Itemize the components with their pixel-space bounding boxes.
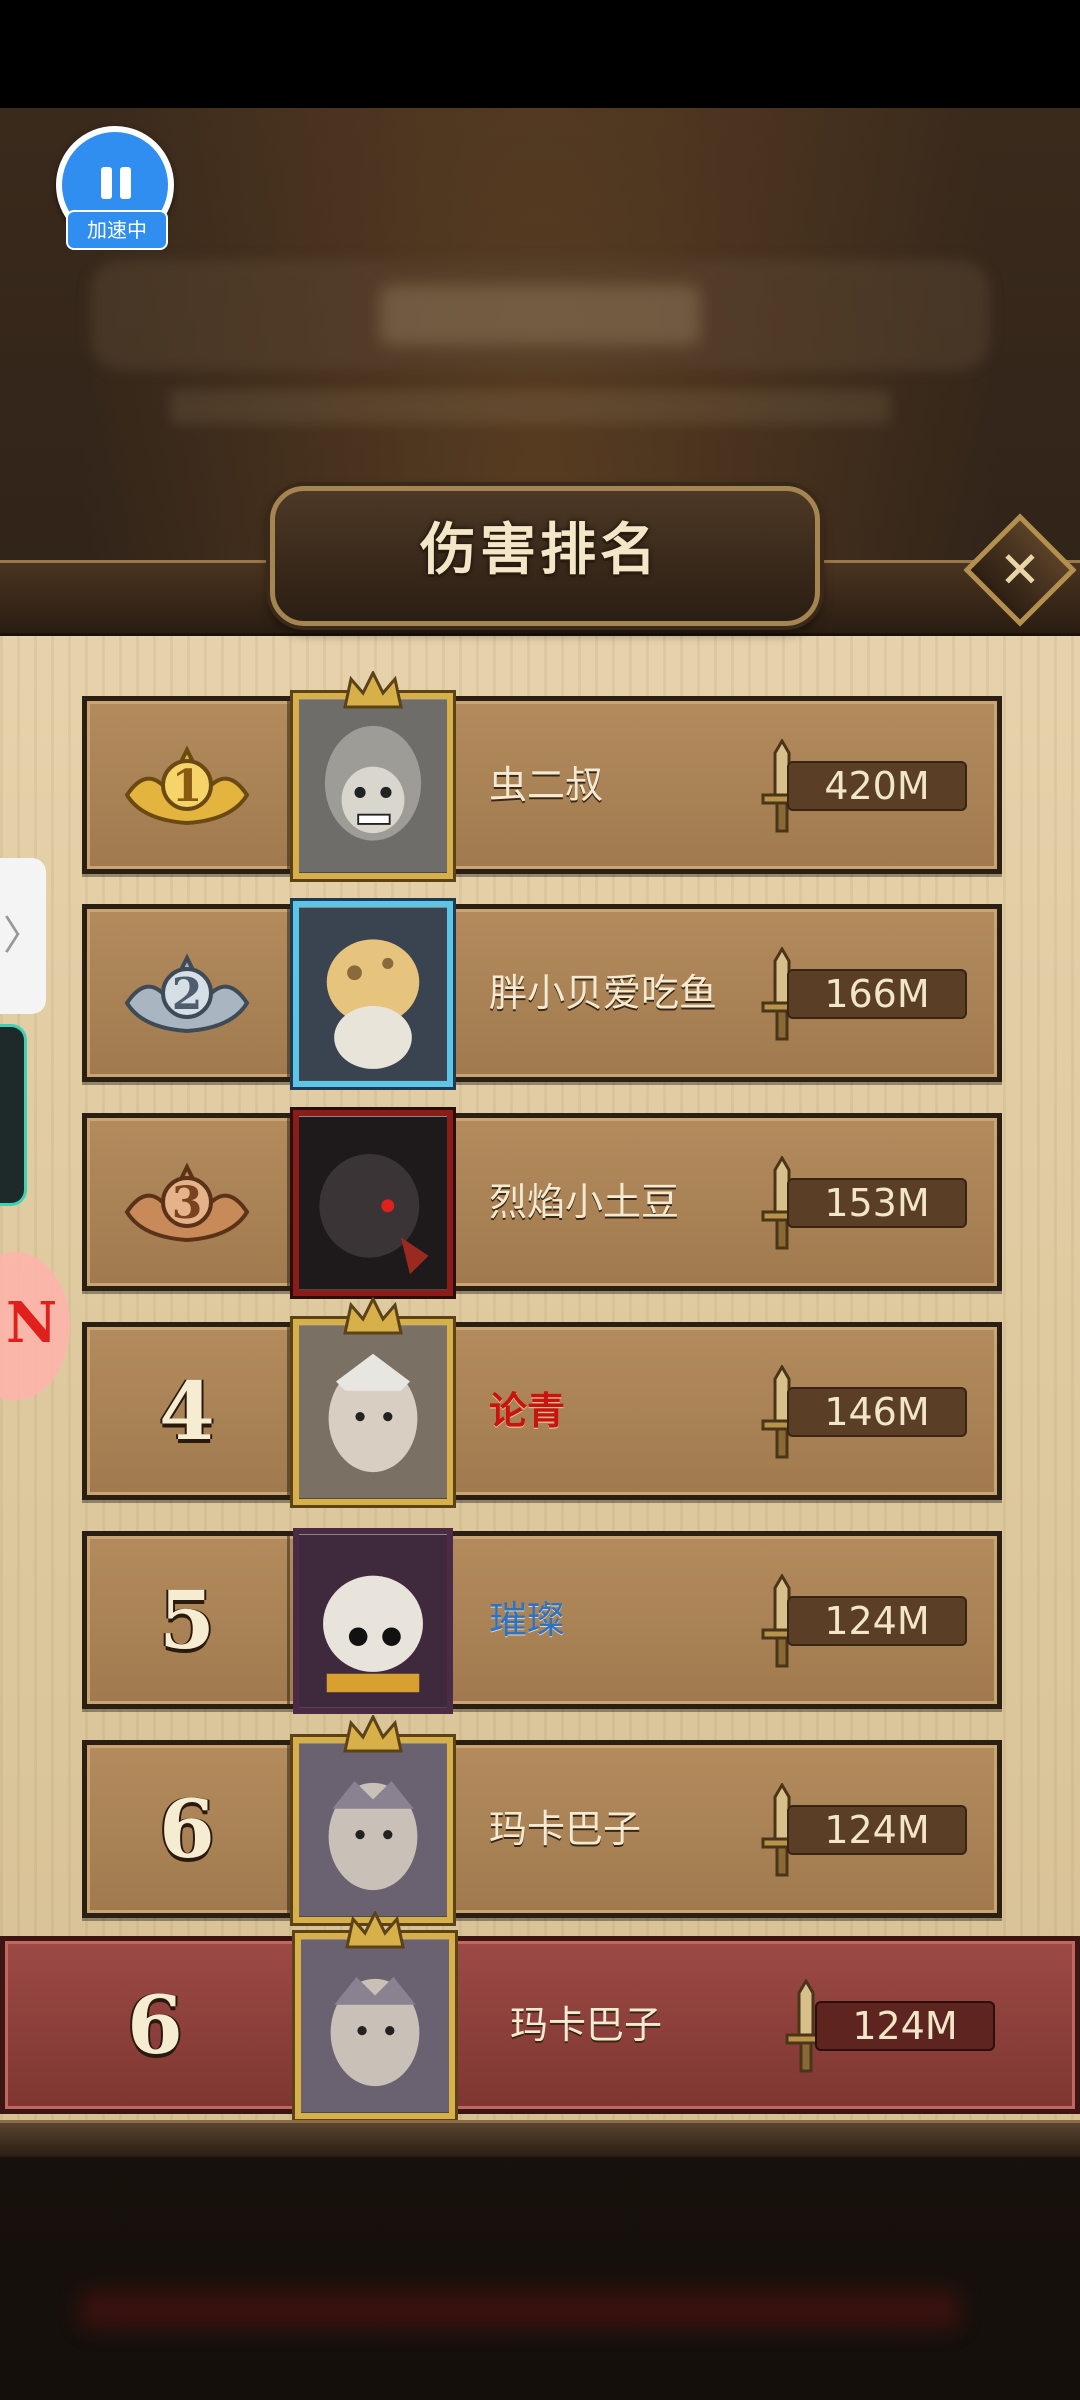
player-name: 烈焰小土豆 [489,1180,680,1224]
player-name: 虫二叔 [489,763,604,807]
damage-value: 124M [787,1805,967,1855]
damage-value: 153M [787,1178,967,1228]
player-name: 胖小贝爱吃鱼 [489,971,718,1015]
rank-cell: 6 [5,1941,305,2109]
side-floating-tab[interactable] [0,1024,27,1206]
bronze-medal-icon: 3 [124,1162,250,1243]
speed-label[interactable]: 加速中 [66,210,168,250]
rank-cell: 5 [87,1536,290,1704]
side-drawer-tab[interactable]: 〉 [0,858,46,1014]
background-bottom-bar [80,2290,960,2330]
background-title-blur [380,285,700,345]
background-subtitle-blur [170,390,890,424]
status-bar [0,0,1080,108]
player-name: 论青 [489,1389,566,1433]
close-icon[interactable]: ✕ [980,530,1060,610]
damage-value: 146M [787,1387,967,1437]
rank-cell: 6 [87,1745,290,1913]
player-name: 璀璨 [489,1598,566,1642]
player-name: 玛卡巴子 [489,1807,642,1851]
my-damage-value: 124M [815,2001,995,2051]
damage-value: 420M [787,761,967,811]
rank-cell: 3 [87,1118,290,1286]
player-avatar[interactable] [293,1110,453,1296]
my-rank-number: 6 [127,1978,183,2072]
player-avatar[interactable] [293,1737,453,1923]
player-avatar[interactable] [293,693,453,879]
crown-icon [345,1911,405,1949]
ranking-row-2: 2 胖小贝爱吃鱼 166M [82,901,1002,1087]
badge-logo-icon[interactable]: N [6,1290,57,1356]
ranking-row-4: 4 论青 146M [82,1297,1002,1505]
player-avatar[interactable] [293,901,453,1087]
damage-value: 166M [787,969,967,1019]
svg-text:1: 1 [172,761,203,812]
my-avatar[interactable] [295,1933,455,2119]
crown-icon [343,1715,403,1753]
svg-text:2: 2 [172,969,203,1020]
popup-title: 伤害排名 [420,518,660,583]
player-avatar[interactable] [293,1319,453,1505]
pause-icon[interactable] [101,167,131,199]
player-avatar[interactable] [293,1528,453,1714]
rank-cell: 2 [87,909,290,1077]
my-player-name: 玛卡巴子 [510,2003,663,2047]
crown-icon [343,671,403,709]
rank-number: 6 [159,1782,215,1876]
rank-cell: 1 [87,701,290,869]
rank-cell: 4 [87,1327,290,1495]
damage-value: 124M [787,1596,967,1646]
ranking-row-3: 3 烈焰小土豆 153M [82,1110,1002,1296]
silver-medal-icon: 2 [124,953,250,1034]
crown-icon [343,1297,403,1335]
ranking-row-5: 5 璀璨 124M [82,1528,1002,1714]
ranking-row-1: 1 虫二叔 420M [82,671,1002,879]
rank-number: 5 [159,1573,215,1667]
panel-bottom-edge [0,2120,1080,2157]
my-ranking-row: 6 玛卡巴子 124M [0,1911,1080,2119]
svg-text:3: 3 [172,1178,203,1229]
gold-medal-icon: 1 [124,745,250,826]
rank-number: 4 [159,1364,215,1458]
ranking-row-6: 6 玛卡巴子 124M [82,1715,1002,1923]
